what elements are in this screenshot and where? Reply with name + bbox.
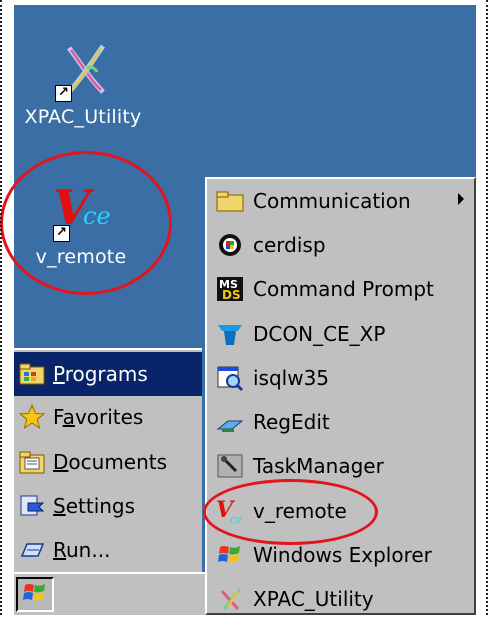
submenu-arrow-icon bbox=[458, 193, 464, 205]
submenu-item-communication[interactable]: Communication bbox=[207, 179, 474, 223]
shortcut-arrow-icon: ↗ bbox=[53, 225, 70, 242]
cerdisp-icon bbox=[215, 230, 245, 260]
regedit-icon bbox=[215, 407, 245, 437]
windows-explorer-icon bbox=[215, 540, 245, 570]
mnemonic: S bbox=[53, 494, 66, 518]
submenu-item-cerdisp[interactable]: cerdisp bbox=[207, 223, 474, 267]
start-menu-programs[interactable]: Programs bbox=[14, 352, 202, 396]
dcon-icon bbox=[215, 319, 245, 349]
mnemonic: P bbox=[53, 362, 65, 386]
menu-item-label: ettings bbox=[65, 494, 136, 518]
favorites-star-icon bbox=[18, 403, 46, 431]
desktop-icon-v-remote[interactable]: V ce ↗ v_remote bbox=[6, 178, 156, 268]
menu-item-label: v_remote bbox=[253, 499, 347, 523]
settings-icon bbox=[18, 492, 46, 520]
menu-item-label: Windows Explorer bbox=[253, 543, 432, 567]
submenu-item-command-prompt[interactable]: MS DS Command Prompt bbox=[207, 267, 474, 311]
mnemonic: D bbox=[53, 450, 69, 474]
submenu-item-regedit[interactable]: RegEdit bbox=[207, 400, 474, 444]
menu-item-label: TaskManager bbox=[253, 454, 384, 478]
command-prompt-icon: MS DS bbox=[215, 274, 245, 304]
windows-flag-icon bbox=[22, 581, 48, 609]
programs-submenu: Communication cerdisp MS DS Command Promp… bbox=[205, 177, 476, 615]
submenu-item-taskmanager[interactable]: TaskManager bbox=[207, 444, 474, 488]
svg-text:DS: DS bbox=[222, 288, 241, 302]
mnemonic: a bbox=[62, 405, 75, 429]
mnemonic: R bbox=[53, 538, 66, 562]
submenu-item-windows-explorer[interactable]: Windows Explorer bbox=[207, 533, 474, 577]
top-strip bbox=[14, 0, 476, 5]
menu-item-label: Command Prompt bbox=[253, 277, 434, 301]
v-remote-icon: Vce bbox=[215, 496, 245, 526]
svg-text:ce: ce bbox=[230, 513, 243, 525]
desktop-icon-xpac-utility[interactable]: ↗ XPAC_Utility bbox=[8, 38, 158, 128]
programs-folder-icon bbox=[18, 360, 46, 388]
start-menu-documents[interactable]: Documents bbox=[14, 440, 202, 484]
menu-item-label: Communication bbox=[253, 189, 411, 213]
menu-item-label: vorites bbox=[74, 405, 144, 429]
menu-item-label: rograms bbox=[64, 362, 148, 386]
desktop-icon-label: v_remote bbox=[35, 246, 127, 268]
menu-item-label: un... bbox=[66, 538, 111, 562]
run-icon bbox=[18, 536, 46, 564]
svg-text:ce: ce bbox=[83, 202, 111, 230]
desktop-icon-label: XPAC_Utility bbox=[24, 106, 142, 128]
menu-item-label: DCON_CE_XP bbox=[253, 322, 386, 346]
submenu-item-xpac-utility[interactable]: XPAC_Utility bbox=[207, 577, 474, 621]
menu-item-label: ocuments bbox=[68, 450, 168, 474]
menu-item-label: RegEdit bbox=[253, 410, 330, 434]
xpac-utility-icon: ↗ bbox=[51, 38, 115, 102]
v-remote-icon: V ce ↗ bbox=[49, 178, 113, 242]
menu-item-label: cerdisp bbox=[253, 233, 326, 257]
documents-folder-icon bbox=[18, 448, 46, 476]
submenu-item-v-remote[interactable]: Vce v_remote bbox=[207, 489, 474, 533]
start-menu-favorites[interactable]: Favorites bbox=[14, 395, 202, 439]
isqlw-icon bbox=[215, 363, 245, 393]
task-manager-icon bbox=[215, 451, 245, 481]
shortcut-arrow-icon: ↗ bbox=[55, 85, 72, 102]
menu-item-label: isqlw35 bbox=[253, 366, 330, 390]
start-button[interactable] bbox=[16, 577, 54, 612]
menu-item-label: XPAC_Utility bbox=[253, 587, 374, 611]
start-menu: Programs Favorites Documents Settings Ru… bbox=[14, 348, 202, 572]
menu-item-label: F bbox=[53, 405, 63, 429]
submenu-item-isqlw35[interactable]: isqlw35 bbox=[207, 356, 474, 400]
start-menu-settings[interactable]: Settings bbox=[14, 484, 202, 528]
xpac-utility-icon bbox=[215, 584, 245, 614]
submenu-item-dcon-ce-xp[interactable]: DCON_CE_XP bbox=[207, 312, 474, 356]
folder-icon bbox=[215, 186, 245, 216]
start-menu-run[interactable]: Run... bbox=[14, 528, 202, 572]
